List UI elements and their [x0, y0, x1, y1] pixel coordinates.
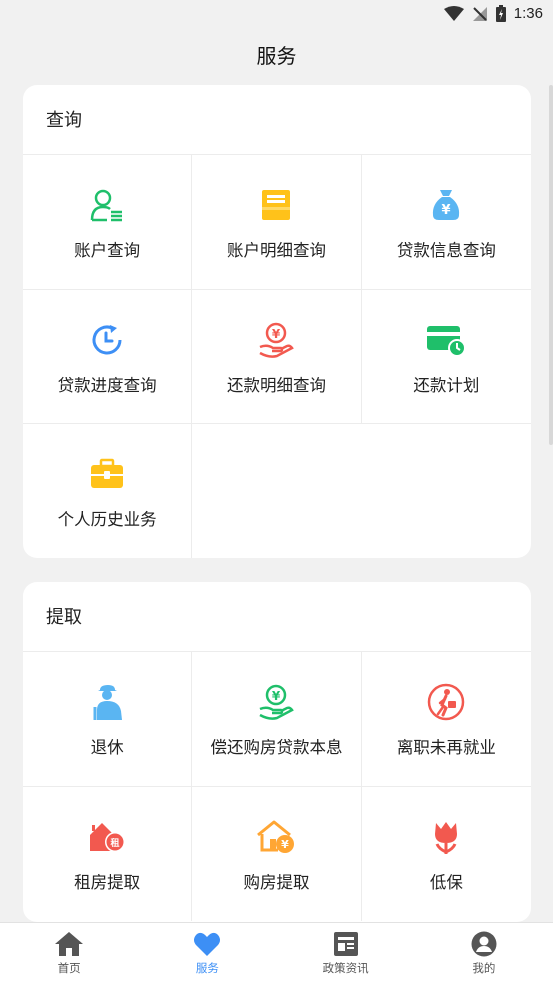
withdraw-item-label: 退休 — [90, 738, 124, 757]
nav-label: 首页 — [57, 961, 81, 975]
nav-label: 我的 — [472, 961, 496, 975]
tulip-icon — [426, 817, 466, 857]
query-item-label: 账户明细查询 — [226, 241, 326, 260]
svg-text:租: 租 — [111, 837, 120, 849]
query-item-loan-info[interactable]: ¥ 贷款信息查询 — [361, 155, 531, 290]
card-clock-icon — [426, 320, 467, 360]
query-item-account[interactable]: 账户查询 — [23, 155, 193, 290]
withdraw-item-label: 购房提取 — [243, 872, 310, 892]
news-icon — [333, 932, 358, 956]
briefcase-icon — [87, 454, 127, 494]
withdraw-item-label: 租房提取 — [74, 872, 141, 892]
svg-text:¥: ¥ — [282, 838, 290, 851]
withdraw-grid: 退休 ¥ 偿还购房贷款本息 离职未再就业 租 租房提取 ¥ 购房提取 低保 — [23, 652, 531, 921]
query-item-label: 个人历史业务 — [57, 510, 157, 529]
account-user-icon — [87, 185, 127, 225]
svg-text:¥: ¥ — [272, 327, 281, 341]
query-item-label: 账户查询 — [74, 241, 141, 260]
status-bar: 1:36 — [0, 0, 553, 30]
query-section: 查询 账户查询 账户明细查询 ¥ 贷款信息查询 贷款进度查询 ¥ 还款明细查询 … — [23, 85, 531, 558]
nav-label: 政策资讯 — [322, 961, 369, 975]
query-item-loan-progress[interactable]: 贷款进度查询 — [23, 289, 193, 424]
withdraw-section-title: 提取 — [23, 582, 531, 652]
nav-label: 服务 — [195, 961, 219, 975]
query-item-history[interactable]: 个人历史业务 — [23, 424, 193, 558]
elder-person-icon — [87, 682, 127, 722]
wifi-icon — [443, 5, 464, 21]
withdraw-item-unemployed[interactable]: 离职未再就业 — [361, 652, 531, 787]
query-item-repayment-detail[interactable]: ¥ 还款明细查询 — [192, 289, 362, 424]
svg-text:¥: ¥ — [272, 689, 281, 703]
withdraw-item-label: 低保 — [429, 872, 463, 892]
scroll-indicator — [549, 85, 553, 445]
no-signal-icon — [472, 6, 487, 21]
withdraw-item-rent[interactable]: 租 租房提取 — [23, 786, 193, 921]
money-bag-icon: ¥ — [426, 185, 466, 225]
query-item-label: 还款计划 — [413, 375, 480, 395]
nav-item-news[interactable]: 政策资讯 — [277, 923, 415, 983]
query-item-label: 贷款信息查询 — [396, 241, 496, 260]
withdraw-item-label: 偿还购房贷款本息 — [210, 738, 343, 757]
nav-item-mine[interactable]: 我的 — [415, 923, 553, 983]
query-grid: 账户查询 账户明细查询 ¥ 贷款信息查询 贷款进度查询 ¥ 还款明细查询 还款计… — [23, 155, 531, 558]
status-time: 1:36 — [513, 5, 543, 22]
repayment-hand-icon: ¥ — [256, 320, 296, 360]
withdraw-item-retirement[interactable]: 退休 — [23, 652, 193, 787]
heart-icon — [194, 932, 221, 956]
nav-item-home[interactable]: 首页 — [0, 923, 138, 983]
home-icon — [55, 932, 84, 956]
withdraw-section: 提取 退休 ¥ 偿还购房贷款本息 离职未再就业 租 租房提取 ¥ 购房提取 低保 — [23, 582, 531, 922]
account-detail-icon — [256, 185, 296, 225]
withdraw-item-label: 离职未再就业 — [396, 738, 496, 757]
query-item-label: 贷款进度查询 — [57, 375, 157, 395]
withdraw-item-low-income[interactable]: 低保 — [362, 787, 531, 922]
profile-icon — [471, 931, 497, 957]
withdraw-item-repay-loan[interactable]: ¥ 偿还购房贷款本息 — [192, 652, 362, 787]
query-item-account-detail[interactable]: 账户明细查询 — [192, 155, 362, 290]
withdraw-item-buy-house[interactable]: ¥ 购房提取 — [192, 786, 362, 921]
query-item-label: 还款明细查询 — [226, 375, 326, 395]
status-icons: 1:36 — [443, 5, 543, 22]
buy-house-icon: ¥ — [256, 817, 296, 857]
svg-text:¥: ¥ — [442, 203, 451, 218]
battery-icon — [495, 5, 506, 22]
coin-hand-icon: ¥ — [256, 682, 296, 722]
walking-person-icon — [426, 682, 466, 722]
query-section-title: 查询 — [23, 85, 531, 155]
query-item-repayment-plan[interactable]: 还款计划 — [361, 290, 531, 424]
clock-progress-icon — [87, 320, 127, 360]
page-title: 服务 — [256, 44, 297, 68]
bottom-nav: 首页 服务 政策资讯 我的 — [0, 922, 553, 983]
nav-item-service[interactable]: 服务 — [138, 923, 276, 983]
rent-house-icon: 租 — [87, 817, 127, 857]
